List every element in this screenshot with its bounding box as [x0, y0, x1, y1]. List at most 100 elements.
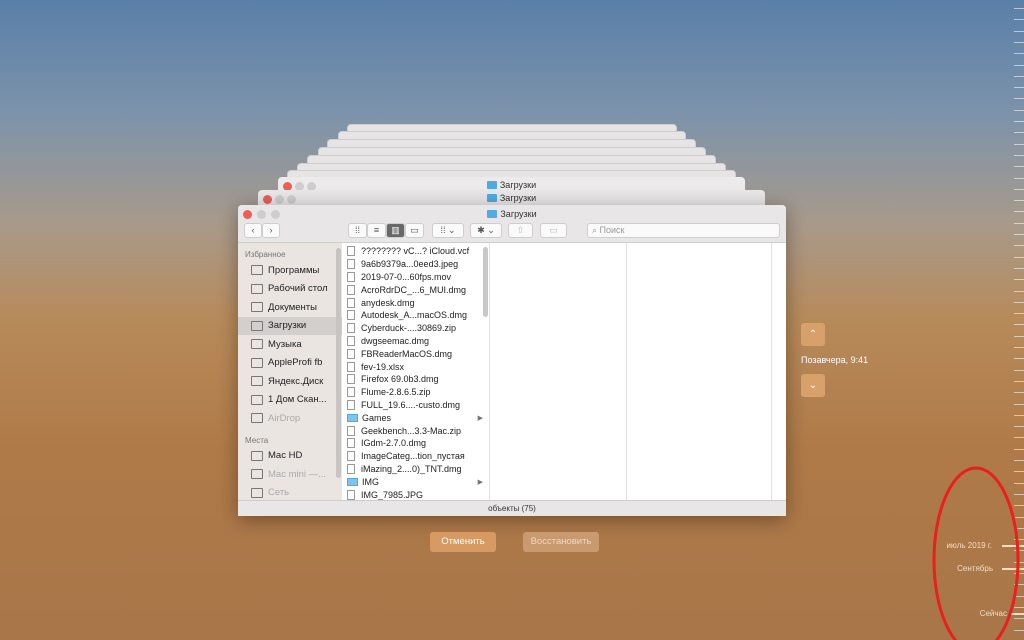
- timeline-tick[interactable]: [1014, 166, 1024, 168]
- timeline-tick[interactable]: [1014, 313, 1024, 315]
- apps-icon: [251, 265, 263, 276]
- file-item[interactable]: 9a6b9379a...0eed3.jpeg: [342, 258, 489, 271]
- icon-view-button[interactable]: ⁞⁞: [348, 223, 367, 238]
- file-name: iMazing_2....0)_TNT.dmg: [361, 463, 462, 474]
- file-name: Games: [362, 412, 392, 423]
- file-item[interactable]: AcroRdrDC_...6_MUI.dmg: [342, 283, 489, 296]
- file-item[interactable]: IMG ▶: [342, 475, 489, 488]
- finder-window[interactable]: Загрузки ‹ › ⁞⁞ ≡ ▥ ▭ ⁞⁞ ⌄ ✱ ⌄ ⇧ ▭ ⌕ Пои…: [238, 205, 786, 516]
- timeline-tick[interactable]: [1014, 19, 1024, 21]
- list-view-button[interactable]: ≡: [367, 223, 386, 238]
- timeline-tick[interactable]: [1014, 234, 1024, 235]
- sidebar-item[interactable]: Mac mini —...: [238, 465, 342, 484]
- music-icon: [251, 339, 263, 350]
- timeline-tick[interactable]: [1014, 426, 1024, 428]
- sidebar-item[interactable]: AirDrop: [238, 409, 342, 428]
- action-gear-button[interactable]: ✱ ⌄: [470, 223, 502, 238]
- sidebar-item[interactable]: Программы: [238, 261, 342, 280]
- file-item[interactable]: FULL_19.6....-custo.dmg: [342, 399, 489, 412]
- timeline-tick[interactable]: [1014, 109, 1024, 111]
- file-item[interactable]: dwgseemac.dmg: [342, 335, 489, 348]
- file-item[interactable]: ???????? vC...? iCloud.vcf: [342, 245, 489, 258]
- timeline-tick[interactable]: [1014, 98, 1024, 100]
- timeline-tick[interactable]: [1014, 279, 1024, 281]
- timeline-tick[interactable]: [1014, 64, 1024, 66]
- sidebar-item[interactable]: AppleProfi fb: [238, 354, 342, 373]
- timeline-tick[interactable]: [1014, 177, 1024, 179]
- timeline-tick[interactable]: [1014, 211, 1024, 213]
- sidebar-item[interactable]: Mac HD: [238, 447, 342, 466]
- cancel-button[interactable]: Отменить: [430, 532, 496, 552]
- timeline-tick[interactable]: [1014, 335, 1024, 337]
- timeline-tick[interactable]: [1014, 41, 1024, 43]
- file-item[interactable]: Cyberduck-....30869.zip: [342, 322, 489, 335]
- timeline-tick[interactable]: [1014, 358, 1024, 360]
- timeline-tick[interactable]: [1014, 301, 1024, 303]
- file-item[interactable]: Autodesk_A...macOS.dmg: [342, 309, 489, 322]
- timeline-tick[interactable]: [1014, 369, 1024, 371]
- timeline-tick[interactable]: [1014, 414, 1024, 416]
- back-button[interactable]: ‹: [244, 223, 262, 238]
- timeline-tick[interactable]: [1014, 437, 1024, 439]
- file-icon: [347, 374, 355, 385]
- file-item[interactable]: IGdm-2.7.0.dmg: [342, 437, 489, 450]
- file-item[interactable]: 2019-07-0...60fps.mov: [342, 271, 489, 284]
- sidebar-item[interactable]: Музыка: [238, 335, 342, 354]
- tags-button[interactable]: ▭: [540, 223, 567, 238]
- file-item[interactable]: ImageCateg...tion_пустая: [342, 450, 489, 463]
- file-item[interactable]: FBReaderMacOS.dmg: [342, 347, 489, 360]
- previous-backup-button[interactable]: ⌃: [801, 323, 825, 346]
- timeline-tick[interactable]: [1014, 121, 1024, 122]
- timeline-tick[interactable]: [1014, 403, 1024, 405]
- search-input[interactable]: ⌕ Поиск: [587, 223, 780, 238]
- timeline-tick[interactable]: [1014, 200, 1024, 202]
- file-item[interactable]: fev-19.xlsx: [342, 360, 489, 373]
- file-name: IMG_7985.JPG: [361, 489, 424, 500]
- sidebar-item[interactable]: Яндекс.Диск: [238, 372, 342, 391]
- file-item[interactable]: iMazing_2....0)_TNT.dmg: [342, 463, 489, 476]
- timeline-tick[interactable]: [1014, 347, 1024, 348]
- sidebar-item[interactable]: 1 Дом Скан...: [238, 391, 342, 410]
- timeline-tick[interactable]: [1014, 30, 1024, 32]
- timeline-tick[interactable]: [1014, 87, 1024, 89]
- timeline-tick[interactable]: [1014, 392, 1024, 394]
- timeline-tick[interactable]: [1014, 53, 1024, 55]
- share-button[interactable]: ⇧: [508, 223, 533, 238]
- forward-button[interactable]: ›: [262, 223, 280, 238]
- file-icon: [347, 438, 355, 449]
- timeline-tick[interactable]: [1014, 290, 1024, 292]
- timeline-tick[interactable]: [1014, 143, 1024, 145]
- file-item[interactable]: Flume-2.8.6.5.zip: [342, 386, 489, 399]
- sidebar-item[interactable]: Загрузки: [238, 316, 342, 335]
- file-item[interactable]: Games ▶: [342, 411, 489, 424]
- timeline-tick[interactable]: [1014, 380, 1024, 382]
- next-backup-button[interactable]: ⌄: [801, 374, 825, 397]
- timeline-tick[interactable]: [1014, 448, 1024, 450]
- sidebar-item[interactable]: Сеть: [238, 484, 342, 501]
- timeline-tick[interactable]: [1014, 8, 1024, 9]
- file-item[interactable]: Geekbench...3.3-Mac.zip: [342, 424, 489, 437]
- timeline-tick[interactable]: [1014, 75, 1024, 77]
- file-name: 2019-07-0...60fps.mov: [361, 271, 452, 282]
- column-scrollbar[interactable]: [483, 247, 488, 317]
- timeline-tick[interactable]: [1014, 256, 1024, 258]
- timeline-tick[interactable]: [1014, 245, 1024, 247]
- file-item[interactable]: anydesk.dmg: [342, 296, 489, 309]
- timeline-tick[interactable]: [1014, 324, 1024, 326]
- sidebar-item[interactable]: Рабочий стол: [238, 280, 342, 299]
- group-button[interactable]: ⁞⁞ ⌄: [432, 223, 464, 238]
- timeline-tick[interactable]: [1014, 154, 1024, 156]
- column-view-button[interactable]: ▥: [386, 223, 405, 238]
- file-name: ???????? vC...? iCloud.vcf: [361, 246, 470, 257]
- restore-button[interactable]: Восстановить: [523, 532, 599, 552]
- downloads-icon: [251, 320, 263, 331]
- timeline-tick[interactable]: [1014, 188, 1024, 190]
- timeline-tick[interactable]: [1014, 222, 1024, 224]
- file-item[interactable]: Firefox 69.0b3.dmg: [342, 373, 489, 386]
- timeline-tick[interactable]: [1014, 132, 1024, 134]
- file-item[interactable]: IMG_7985.JPG: [342, 488, 489, 500]
- timeline-tick[interactable]: [1014, 267, 1024, 269]
- sidebar-scrollbar[interactable]: [336, 248, 341, 478]
- gallery-view-button[interactable]: ▭: [405, 223, 424, 238]
- sidebar-item[interactable]: Документы: [238, 298, 342, 317]
